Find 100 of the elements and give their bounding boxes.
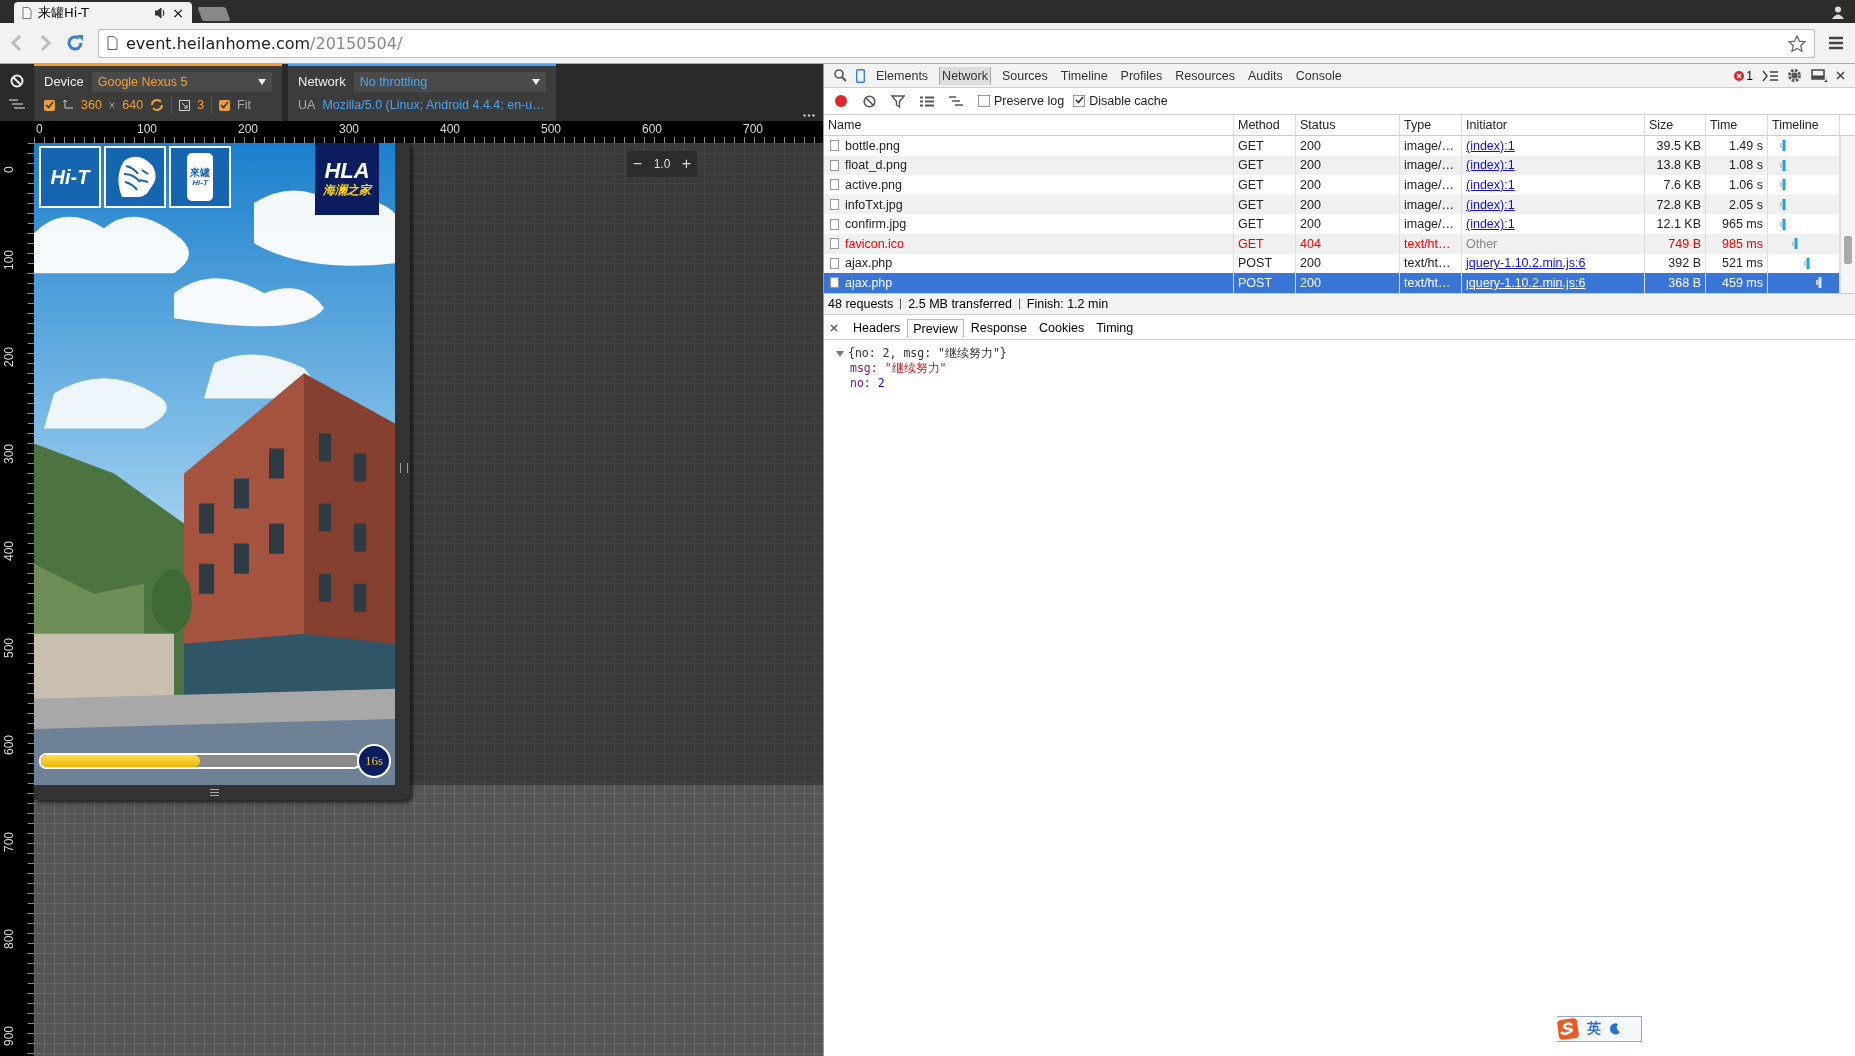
- table-cell: GET: [1238, 178, 1264, 192]
- column-header[interactable]: Name: [824, 115, 1234, 135]
- star-icon[interactable]: [1788, 34, 1806, 52]
- detail-tab[interactable]: Response: [965, 319, 1032, 337]
- request-row[interactable]: favicon.ico GET 404 text/ht… Other 749 B 985 ms: [824, 233, 1840, 254]
- search-icon[interactable]: [834, 69, 847, 82]
- column-header[interactable]: Status: [1296, 115, 1400, 135]
- detail-tab[interactable]: Cookies: [1034, 319, 1090, 337]
- request-row[interactable]: infoTxt.jpg GET 200 image/… (index):1 72.8 KB 2.05 s: [824, 194, 1840, 215]
- disable-cache-checkbox[interactable]: Disable cache: [1073, 94, 1168, 108]
- timeline-bar: [1780, 218, 1786, 230]
- fit-checkbox[interactable]: [219, 99, 231, 111]
- close-icon[interactable]: [1836, 71, 1845, 80]
- device-mode-icon[interactable]: [856, 68, 865, 83]
- can-logo[interactable]: 來罐 Hi-T: [169, 146, 231, 208]
- rotate-icon[interactable]: [150, 98, 165, 113]
- summary-text: Finish: 1.2 min: [1026, 297, 1109, 311]
- no-emulation-icon[interactable]: [10, 73, 24, 88]
- resolution-checkbox[interactable]: [44, 99, 55, 111]
- clear-icon[interactable]: [863, 94, 876, 108]
- initiator-link[interactable]: jquery-1.10.2.min.js:6: [1466, 256, 1586, 271]
- devtools-tab[interactable]: Timeline: [1058, 66, 1110, 85]
- close-icon[interactable]: [830, 324, 838, 332]
- detail-tab[interactable]: Preview: [907, 318, 964, 338]
- record-button[interactable]: [834, 94, 848, 108]
- expand-toggle-icon[interactable]: [836, 349, 844, 358]
- table-cell: 12.1 KB: [1656, 217, 1701, 232]
- error-count[interactable]: 1: [1734, 68, 1753, 83]
- devtools-tab[interactable]: Console: [1293, 66, 1344, 85]
- initiator-link[interactable]: (index):1: [1466, 178, 1515, 192]
- column-header[interactable]: Timeline: [1768, 115, 1840, 135]
- width-value[interactable]: 360: [81, 98, 102, 113]
- initiator-link[interactable]: (index):1: [1466, 217, 1515, 232]
- zoom-out-button[interactable]: −: [632, 155, 643, 173]
- table-cell: 404: [1300, 236, 1321, 251]
- scale-icon: [179, 99, 191, 111]
- file-icon: [830, 159, 839, 171]
- request-row[interactable]: ajax.php POST 200 text/ht… jquery-1.10.2.min.js:6 368 B 459 ms: [824, 273, 1840, 293]
- table-cell: 200: [1300, 197, 1321, 212]
- dock-icon[interactable]: [1811, 69, 1827, 82]
- devtools-tab[interactable]: Network: [939, 66, 991, 85]
- options-icon[interactable]: [9, 99, 25, 112]
- more-icon[interactable]: [803, 114, 815, 117]
- waterfall-icon[interactable]: [949, 95, 963, 107]
- filter-icon[interactable]: [891, 94, 905, 108]
- settings-icon[interactable]: [1787, 68, 1802, 83]
- detail-tab[interactable]: Headers: [848, 319, 906, 337]
- request-row[interactable]: float_d.png GET 200 image/… (index):1 13.8 KB 1.08 s: [824, 155, 1840, 176]
- table-cell: POST: [1238, 275, 1273, 290]
- initiator-link[interactable]: jquery-1.10.2.min.js:6: [1466, 275, 1586, 290]
- browser-tab[interactable]: 来罐Hi-T ×: [14, 2, 192, 23]
- column-header[interactable]: Size: [1645, 115, 1706, 135]
- table-cell: bottle.png: [845, 138, 900, 153]
- url-text: event.heilanhome.com/20150504/: [126, 33, 403, 53]
- brand-logo[interactable]: HLA 海澜之家: [315, 143, 379, 215]
- preserve-log-checkbox[interactable]: Preserve log: [978, 94, 1065, 108]
- object-summary: {no: 2, msg: "继续努力"}: [848, 346, 1007, 361]
- table-cell: 7.6 KB: [1663, 178, 1701, 192]
- address-bar[interactable]: event.heilanhome.com/20150504/: [98, 28, 1815, 58]
- initiator-link[interactable]: (index):1: [1466, 158, 1515, 173]
- devtools-tab[interactable]: Sources: [999, 66, 1050, 85]
- table-cell: GET: [1238, 236, 1264, 251]
- column-header[interactable]: Time: [1706, 115, 1768, 135]
- new-tab-button[interactable]: [197, 7, 231, 21]
- devtools-tab[interactable]: Elements: [874, 66, 931, 85]
- detail-tab[interactable]: Timing: [1091, 319, 1139, 337]
- zoom-value: 1.0: [653, 157, 671, 171]
- user-icon[interactable]: [1831, 5, 1845, 19]
- zoom-in-button[interactable]: +: [681, 155, 692, 173]
- scrollbar[interactable]: [1840, 136, 1855, 293]
- column-header[interactable]: Initiator: [1462, 115, 1645, 135]
- table-cell: image/…: [1404, 217, 1455, 232]
- table-cell: infoTxt.jpg: [845, 197, 903, 212]
- column-header[interactable]: Method: [1234, 115, 1296, 135]
- times-sign: ×: [108, 99, 116, 112]
- table-cell: 985 ms: [1722, 236, 1763, 251]
- file-icon: [830, 140, 839, 152]
- pixel-ratio-value[interactable]: 3: [197, 98, 205, 113]
- resize-handle[interactable]: [400, 463, 408, 473]
- initiator-link[interactable]: (index):1: [1466, 197, 1515, 212]
- user-agent-value[interactable]: Mozilla/5.0 (Linux; Android 4.4.4; en-u…: [322, 98, 545, 113]
- resize-handle-icon[interactable]: [210, 789, 219, 796]
- device-select[interactable]: Google Nexus 5: [91, 71, 272, 92]
- reload-icon[interactable]: [66, 34, 84, 52]
- initiator-link[interactable]: (index):1: [1466, 138, 1515, 153]
- devtools-tab[interactable]: Profiles: [1118, 66, 1165, 85]
- list-view-icon[interactable]: [920, 95, 934, 107]
- devtools-tab[interactable]: Audits: [1246, 66, 1285, 85]
- vertical-ruler: 0 100 200 300 400 500 600 700 800 900: [0, 143, 34, 1056]
- menu-icon[interactable]: [1829, 36, 1843, 50]
- column-header[interactable]: Type: [1400, 115, 1462, 135]
- height-value[interactable]: 640: [122, 98, 144, 113]
- close-button[interactable]: ×: [172, 4, 184, 21]
- hi-t-logo[interactable]: Hi-T: [39, 146, 101, 208]
- devtools-tab[interactable]: Resources: [1173, 66, 1238, 85]
- table-cell: 749 B: [1668, 236, 1701, 251]
- fit-label: Fit: [237, 98, 251, 113]
- input-method-bar[interactable]: 英: [1557, 1016, 1642, 1042]
- console-drawer-icon[interactable]: [1762, 69, 1778, 82]
- table-cell: 200: [1300, 178, 1321, 192]
